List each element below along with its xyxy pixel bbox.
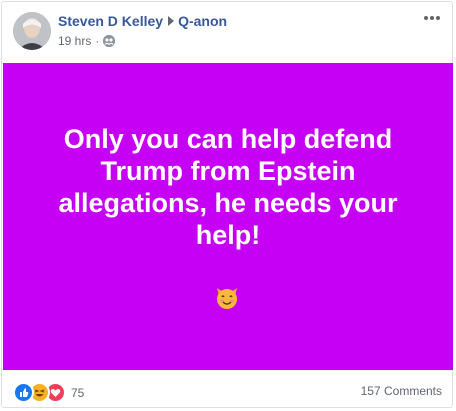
more-icon[interactable]	[422, 10, 442, 26]
reaction-count: 75	[71, 385, 85, 400]
reactions-summary[interactable]: 75	[13, 382, 84, 403]
group-name[interactable]: Q-anon	[178, 13, 227, 29]
author-name[interactable]: Steven D Kelley	[58, 13, 163, 29]
post-footer: 75 157 Comments	[2, 374, 452, 406]
avatar[interactable]	[13, 12, 51, 50]
comments-count[interactable]: 157 Comments	[361, 384, 442, 398]
post-text: Only you can help defend Trump from Epst…	[58, 124, 398, 250]
caret-right-icon	[168, 16, 175, 26]
post-header: Steven D Kelley Q-anon 19 hrs ·	[2, 2, 452, 60]
like-icon	[13, 382, 34, 403]
post-content: Only you can help defend Trump from Epst…	[3, 63, 453, 370]
post-time[interactable]: 19 hrs	[58, 34, 91, 48]
cat-face-emoji	[214, 285, 240, 311]
post-card: Steven D Kelley Q-anon 19 hrs · Only you…	[1, 1, 453, 408]
author-line: Steven D Kelley Q-anon	[58, 13, 227, 29]
meta-separator: ·	[95, 34, 100, 48]
group-icon	[103, 35, 116, 47]
post-meta: 19 hrs ·	[58, 34, 116, 48]
